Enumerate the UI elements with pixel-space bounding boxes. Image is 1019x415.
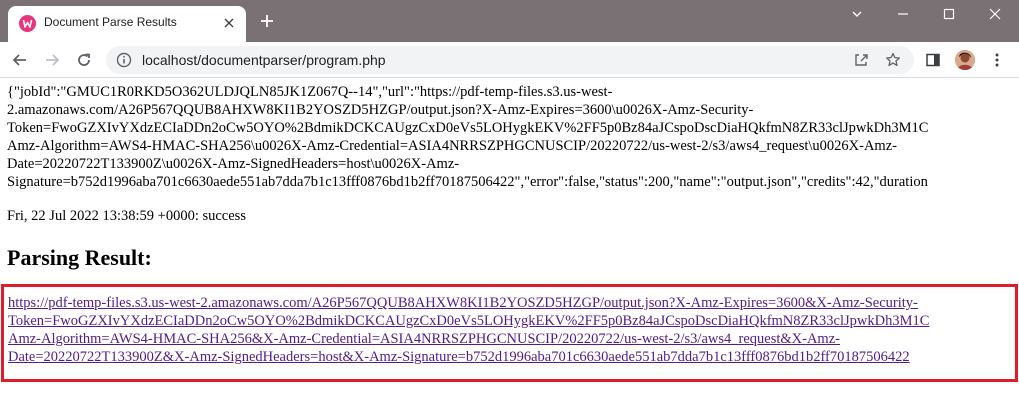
more-menu-icon[interactable] [983, 46, 1011, 74]
tab-title: Document Parse Results [44, 15, 177, 29]
result-link-line: https://pdf-temp-files.s3.us-west-2.amaz… [8, 295, 918, 311]
result-highlight-box: https://pdf-temp-files.s3.us-west-2.amaz… [1, 284, 1018, 382]
forward-arrow-icon[interactable] [38, 46, 66, 74]
info-icon[interactable] [116, 52, 132, 73]
json-line: Signature=b752d1996aba701c6630aede551ab7… [7, 174, 928, 190]
back-arrow-icon[interactable] [6, 46, 34, 74]
result-link-line: Amz-Algorithm=AWS4-HMAC-SHA256&X-Amz-Cre… [8, 331, 840, 347]
close-icon[interactable] [220, 14, 238, 32]
star-icon[interactable] [885, 52, 901, 73]
reload-icon[interactable] [70, 46, 98, 74]
status-timestamp: Fri, 22 Jul 2022 13:38:59 +0000: success [7, 208, 246, 224]
profile-avatar[interactable] [955, 50, 975, 70]
side-panel-icon[interactable] [919, 46, 947, 74]
json-line: Token=FwoGZXIvYXdzECIaDDn2oCw5OYO%2Bdmik… [7, 120, 929, 136]
title-bar: Document Parse Results [0, 0, 1019, 42]
result-url-link[interactable]: https://pdf-temp-files.s3.us-west-2.amaz… [8, 294, 929, 366]
json-line: Date=20220722T133900Z\u0026X-Amz-SignedH… [7, 156, 460, 172]
favicon-icon [19, 15, 36, 32]
window-close-icon[interactable] [972, 0, 1018, 28]
share-icon[interactable] [853, 52, 869, 73]
parsing-result-heading: Parsing Result: [7, 245, 152, 270]
json-line: 2.amazonaws.com/A26P567QQUB8AHXW8KI1B2YO… [7, 102, 754, 118]
minimize-icon[interactable] [834, 0, 880, 28]
address-bar[interactable]: localhost/documentparser/program.php [106, 46, 914, 74]
result-link-line: Date=20220722T133900Z&X-Amz-SignedHeader… [8, 349, 910, 365]
maximize-icon[interactable] [926, 0, 972, 28]
url-text: localhost/documentparser/program.php [142, 52, 386, 68]
browser-tab[interactable]: Document Parse Results [8, 6, 246, 42]
result-link-line: Token=FwoGZXIvYXdzECIaDDn2oCw5OYO%2Bdmik… [8, 313, 930, 329]
json-line: Amz-Algorithm=AWS4-HMAC-SHA256\u0026X-Am… [7, 138, 897, 154]
browser-toolbar: localhost/documentparser/program.php [0, 42, 1019, 78]
json-line: {"jobId":"GMUC1R0RKD5O362ULDJQLN85JK1Z06… [7, 84, 613, 100]
page-content: {"jobId":"GMUC1R0RKD5O362ULDJQLN85JK1Z06… [0, 79, 1019, 415]
minimize-window-icon[interactable] [880, 0, 926, 28]
json-response-text: {"jobId":"GMUC1R0RKD5O362ULDJQLN85JK1Z06… [7, 83, 1019, 191]
plus-icon[interactable] [256, 10, 278, 32]
